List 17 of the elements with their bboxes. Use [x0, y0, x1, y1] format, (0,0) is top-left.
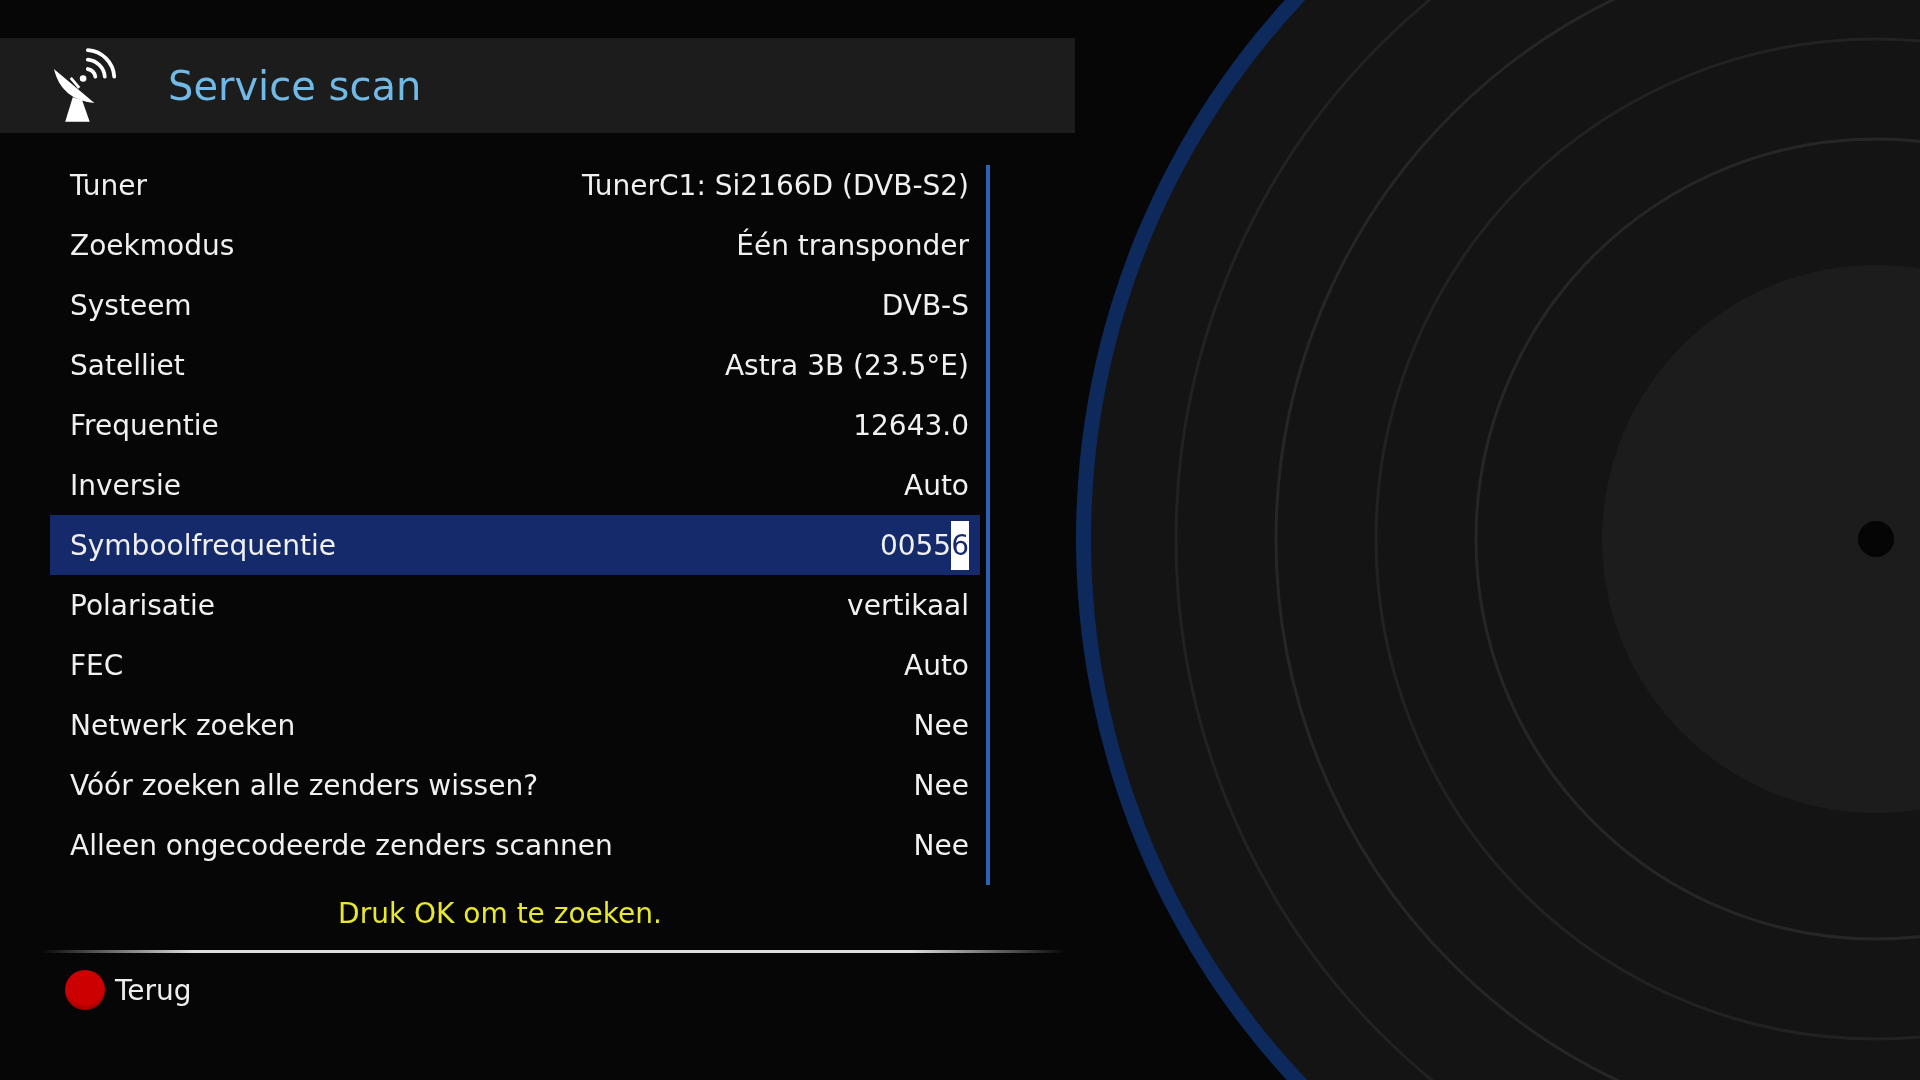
button-label: Terug	[115, 973, 192, 1007]
settings-row[interactable]: Frequentie 12643.0	[50, 395, 980, 455]
settings-row[interactable]: Polarisatie vertikaal	[50, 575, 980, 635]
settings-row[interactable]: Inversie Auto	[50, 455, 980, 515]
settings-row[interactable]: FEC Auto	[50, 635, 980, 695]
hint-text: Druk OK om te zoeken.	[337, 897, 663, 930]
screen-title: Service scan	[168, 62, 422, 109]
settings-row[interactable]: Alleen ongecodeerde zenders scannen Nee	[50, 815, 980, 875]
settings-row[interactable]: Vóór zoeken alle zenders wissen? Nee	[50, 755, 980, 815]
settings-row[interactable]: Symboolfrequentie 00556	[50, 515, 980, 575]
settings-row[interactable]: Systeem DVB-S	[50, 275, 980, 335]
settings-row[interactable]: Satelliet Astra 3B (23.5°E)	[50, 335, 980, 395]
satellite-dish-icon	[52, 46, 118, 125]
back-button[interactable]: Terug	[65, 970, 192, 1010]
settings-row[interactable]: Netwerk zoeken Nee	[50, 695, 980, 755]
settings-row[interactable]: Zoekmodus Één transponder	[50, 215, 980, 275]
settings-row[interactable]: Tuner TunerC1: Si2166D (DVB-S2)	[50, 155, 980, 215]
